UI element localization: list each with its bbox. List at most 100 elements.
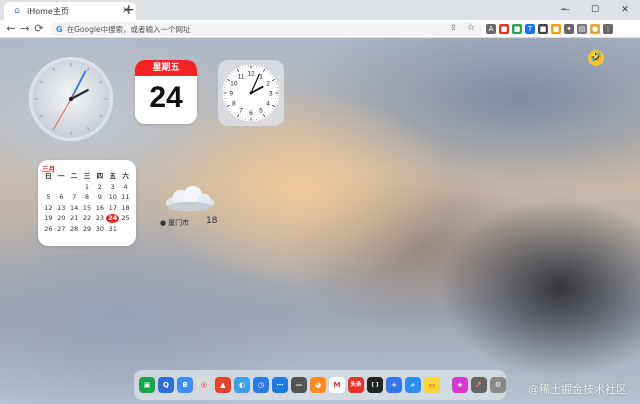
calendar-day[interactable]: 1 [81, 183, 94, 192]
calendar-weekday: 四 [96, 172, 104, 180]
extension-orange-icon[interactable]: ■ [551, 24, 561, 34]
bracket-app-icon[interactable]: [ ] [367, 377, 383, 393]
chrome-app-icon[interactable]: ◎ [196, 377, 212, 393]
tab-ihome[interactable]: ⌂ iHome主页 ✕ [4, 2, 136, 20]
clock-numeral: 6 [249, 110, 253, 117]
window-controls: — ☐ ✕ [550, 0, 640, 20]
extension-dark-icon[interactable]: ■ [538, 24, 548, 34]
calendar-weekday: 六 [122, 172, 129, 180]
calendar-month: 三月 [42, 165, 55, 173]
back-button[interactable]: ← [4, 22, 18, 36]
maximize-button[interactable]: ☐ [580, 0, 610, 20]
weather-location: ● 厦门市 [160, 218, 189, 228]
calendar-empty-cell [68, 183, 81, 192]
calendar-day[interactable]: 28 [68, 225, 81, 234]
clock-app-icon[interactable]: ◷ [253, 377, 269, 393]
star-app-icon[interactable]: ★ [452, 377, 468, 393]
bookmark-star-icon[interactable]: ☆ [467, 23, 475, 33]
dots-app-icon[interactable]: — [291, 377, 307, 393]
close-window-button[interactable]: ✕ [610, 0, 640, 20]
calendar-day[interactable]: 6 [55, 193, 68, 202]
weather-widget[interactable]: ● 厦门市 18 [158, 186, 228, 230]
address-bar[interactable]: G 在Google中搜索，或者输入一个网址 [50, 22, 482, 36]
search-app-icon[interactable]: ⌕ [405, 377, 421, 393]
clock-numeral: 12 [247, 71, 255, 78]
calendar-day[interactable]: 18 [119, 204, 132, 213]
calendar-day[interactable]: 10 [106, 193, 119, 202]
analog-clock-large[interactable] [28, 56, 114, 142]
puzzle-icon[interactable]: ✦ [564, 24, 574, 34]
calendar-day[interactable]: 19 [42, 214, 55, 223]
files-app-icon[interactable]: ▣ [139, 377, 155, 393]
calendar-day[interactable]: 7 [68, 193, 81, 202]
forward-button[interactable]: → [18, 22, 32, 36]
clock-numeral: 7 [239, 108, 243, 115]
calendar-day[interactable]: 12 [42, 204, 55, 213]
clock-numeral: 2 [266, 81, 270, 88]
calendar-empty-cell [55, 183, 68, 192]
calendar-day[interactable]: 31 [106, 225, 119, 234]
calendar-day[interactable]: 13 [55, 204, 68, 213]
filter-icon[interactable]: T [525, 24, 535, 34]
extension-red-icon[interactable]: ■ [499, 24, 509, 34]
launchpad-app-icon[interactable]: 🚀 [471, 377, 487, 393]
calendar-grid: 日一二三四五六 1 2 3 4 5 6 7 8 9 10 11 12 13 14 15 16 17 18 19 20 21… [42, 172, 132, 234]
calendar-day[interactable]: 23 [93, 214, 106, 223]
calendar-day[interactable]: 5 [42, 193, 55, 202]
browser-app-icon[interactable]: ◐ [234, 377, 250, 393]
toutiao-app-icon[interactable]: 头条 [348, 377, 364, 393]
calendar-weekday: 五 [109, 172, 116, 180]
share-icon[interactable]: ⇪ [450, 23, 457, 32]
calendar-empty-cell [119, 225, 132, 234]
calendar-day[interactable]: 3 [106, 183, 119, 192]
calendar-day[interactable]: 17 [106, 204, 119, 213]
settings-app-icon[interactable]: ⚙ [490, 377, 506, 393]
profile-icon[interactable]: ● [590, 24, 600, 34]
emoji-face-icon[interactable]: 🤣 [588, 50, 604, 66]
calendar-day[interactable]: 16 [93, 204, 106, 213]
calendar-day[interactable]: 14 [68, 204, 81, 213]
calendar-day[interactable]: 29 [81, 225, 94, 234]
extension-green-icon[interactable]: ■ [512, 24, 522, 34]
more-app-icon[interactable]: ⋯ [272, 377, 288, 393]
app-dock: ▣ Q B ◎ ▲ ◐ ◷ ⋯ — ◕ M 头条[ ] + ⌕ ▭ ★ 🚀 ⚙ [134, 370, 506, 400]
calendar-weekday: 日 [45, 172, 52, 180]
new-tab-button[interactable]: + [123, 2, 135, 18]
gmail-app-icon[interactable]: M [329, 377, 345, 393]
clock-numeral: 10 [230, 81, 238, 88]
clock-numeral: 8 [232, 100, 236, 107]
calendar-day[interactable]: 27 [55, 225, 68, 234]
calendar-day[interactable]: 25 [119, 214, 132, 223]
calendar-day[interactable]: 24 [106, 214, 120, 223]
gitlab-app-icon[interactable]: ▲ [215, 377, 231, 393]
month-calendar-widget[interactable]: 三月 日一二三四五六 1 2 3 4 5 6 7 8 9 10 11 12 13 14 15 16 17 18 19 2… [38, 160, 136, 246]
calendar-day[interactable]: 20 [55, 214, 68, 223]
qq-app-icon[interactable]: Q [158, 377, 174, 393]
extensions-bar: A ■ ■ T ■ ■ ✦ ▤ ● ⋮ [486, 24, 613, 34]
reload-button[interactable]: ⟳ [32, 22, 46, 36]
clock-numeral: 9 [229, 90, 233, 97]
calendar-day[interactable]: 9 [93, 193, 106, 202]
notes-app-icon[interactable]: ▭ [424, 377, 440, 393]
weather-temperature: 18 [206, 216, 218, 226]
orange-app-icon[interactable]: ◕ [310, 377, 326, 393]
calendar-day[interactable]: 26 [42, 225, 55, 234]
calendar-day[interactable]: 2 [93, 183, 106, 192]
calendar-day[interactable]: 15 [81, 204, 94, 213]
clock-numeral: 3 [269, 90, 273, 97]
bilibili-app-icon[interactable]: B [177, 377, 193, 393]
calendar-day[interactable]: 8 [81, 193, 94, 202]
date-widget[interactable]: 星期五 24 [135, 60, 197, 124]
reading-list-icon[interactable]: ▤ [577, 24, 587, 34]
analog-clock-small-widget[interactable]: 1 2 3 4 5 6 7 8 9 10 11 12 [218, 60, 284, 126]
calendar-day[interactable]: 11 [119, 193, 132, 202]
calendar-day[interactable]: 30 [93, 225, 106, 234]
minimize-button[interactable]: — [550, 0, 580, 20]
plus-app-icon[interactable]: + [386, 377, 402, 393]
menu-icon[interactable]: ⋮ [603, 24, 613, 34]
calendar-day[interactable]: 21 [68, 214, 81, 223]
calendar-day[interactable]: 22 [81, 214, 94, 223]
weekday-label: 星期五 [135, 60, 197, 76]
calendar-day[interactable]: 4 [119, 183, 132, 192]
translate-icon[interactable]: A [486, 24, 496, 34]
